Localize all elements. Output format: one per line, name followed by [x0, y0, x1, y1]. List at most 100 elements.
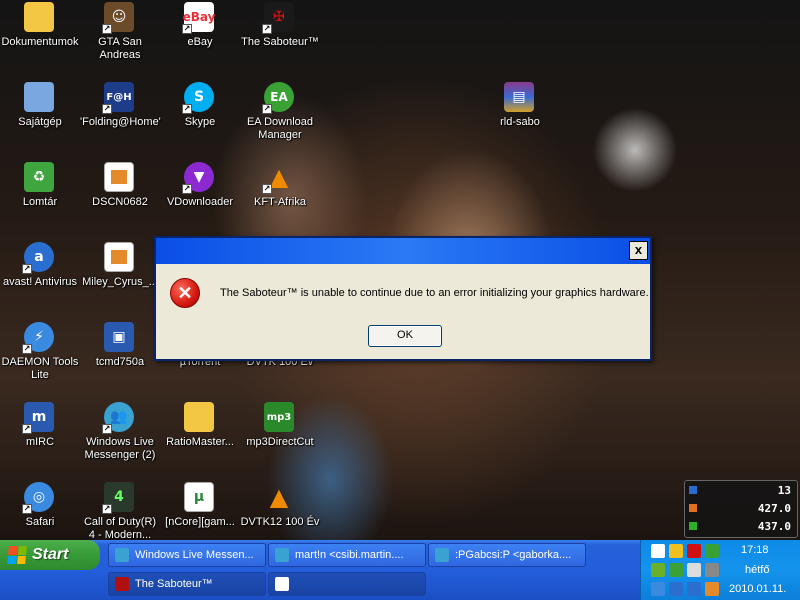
icon-label: eBay	[187, 36, 213, 48]
memory-icon	[689, 504, 697, 512]
icon-label: Skype	[184, 116, 216, 128]
icon-label: 'Folding@Home'	[80, 116, 161, 128]
shield-icon[interactable]	[669, 544, 683, 558]
desktop-icon-folding[interactable]: F@H ↗ 'Folding@Home'	[80, 80, 161, 160]
desktop-icon-saboteur[interactable]: ✠ ↗ The Saboteur™	[240, 0, 320, 80]
desktop-icon-mirc[interactable]: m ↗ mIRC	[0, 400, 80, 480]
icon-label: Call of Duty(R) 4 - Modern...	[83, 516, 157, 540]
icon-label: [nCore][gam...	[165, 516, 235, 528]
icon-label: The Saboteur™	[241, 36, 319, 48]
network-icon[interactable]	[705, 563, 719, 577]
icon-label: EA Download Manager	[246, 116, 314, 141]
windows-logo-icon	[7, 546, 27, 564]
cod-icon: 4 ↗	[102, 482, 134, 514]
desktop-icon-rld-sabo[interactable]: ▤ rld-sabo	[480, 80, 560, 160]
icon-label: GTA San Andreas	[98, 36, 142, 61]
ati-icon[interactable]	[687, 544, 701, 558]
desktop-icon-ncore[interactable]: µ [nCore][gam...	[160, 480, 240, 540]
desktop-icon-ebay[interactable]: eBay ↗ eBay	[160, 0, 240, 80]
ok-button[interactable]: OK	[368, 325, 442, 347]
icon-label: Windows Live Messenger (2)	[84, 436, 156, 461]
clock-time[interactable]: 17:18	[741, 544, 769, 556]
icon-label: Lomtár	[22, 196, 58, 208]
desktop-icon-avast[interactable]: a ↗ avast! Antivirus	[0, 240, 80, 320]
taskbar-button-chat-martin[interactable]: mart!n <csibi.martin....	[268, 543, 426, 567]
taskbar-button-blank[interactable]	[268, 572, 426, 596]
start-button[interactable]: Start	[0, 540, 100, 570]
desktop-icon-vdownloader[interactable]: ▼ ↗ VDownloader	[160, 160, 240, 240]
icon-label: RatioMaster...	[166, 436, 234, 448]
ea-icon: EA ↗	[262, 82, 294, 114]
system-monitor-gadget: 13 427.0 437.0	[684, 480, 798, 538]
desktop-icon-skype[interactable]: S ↗ Skype	[160, 80, 240, 160]
update-icon[interactable]	[705, 582, 719, 596]
desktop-icon-dokumentumok[interactable]: Dokumentumok	[0, 0, 80, 80]
folding-icon: F@H ↗	[102, 82, 134, 114]
messenger-icon: 👥 ↗	[102, 402, 134, 434]
keyboard-icon[interactable]	[651, 544, 665, 558]
check-icon[interactable]	[669, 563, 683, 577]
error-icon: ✕	[170, 278, 200, 308]
image-file-icon	[104, 242, 134, 272]
desktop-icon-lomtar[interactable]: ♻ Lomtár	[0, 160, 80, 240]
desktop: Dokumentumok Sajátgép ♻ Lomtár a ↗ avast!…	[0, 0, 800, 540]
desktop-icon-safari[interactable]: ◎ ↗ Safari	[0, 480, 80, 540]
desktop-icon-messenger[interactable]: 👥 ↗ Windows Live Messenger (2)	[80, 400, 160, 480]
skype-icon: S ↗	[182, 82, 214, 114]
computer-icon	[24, 82, 54, 112]
window-icon	[275, 577, 289, 591]
gta-icon: ☺ ↗	[102, 2, 134, 34]
icon-label: KFT-Afrika	[254, 196, 306, 208]
cpu-icon	[689, 486, 697, 494]
icon-label: avast! Antivirus	[3, 276, 77, 288]
desktop-icon-cod4[interactable]: 4 ↗ Call of Duty(R) 4 - Modern...	[80, 480, 160, 540]
icon-label: DAEMON Tools Lite	[1, 356, 79, 381]
icon-label: Sajátgép	[18, 116, 62, 128]
desktop-icon-dvtk12[interactable]: ▲ DVTK12 100 Év	[240, 480, 320, 540]
desktop-icon-sajatgep[interactable]: Sajátgép	[0, 80, 80, 160]
icon-label: VDownloader	[166, 196, 234, 208]
icon-label: Dokumentumok	[1, 36, 79, 48]
clock-date: 2010.01.11.	[729, 583, 787, 595]
volume-icon[interactable]	[687, 563, 701, 577]
icon-label: Miley_Cyrus_...	[82, 276, 158, 288]
utorrent-tray-icon[interactable]	[651, 563, 665, 577]
info-icon[interactable]	[669, 582, 683, 596]
mp3directcut-icon: mp3	[264, 402, 294, 432]
messenger-tray-icon[interactable]	[705, 544, 719, 558]
taskbar-button-saboteur[interactable]: The Saboteur™	[108, 572, 266, 596]
avast-tray-icon[interactable]	[687, 582, 701, 596]
clock-day: hétfő	[745, 564, 770, 576]
vlc-icon: ▲ ↗	[262, 163, 289, 194]
desktop-icon-ea-download-manager[interactable]: EA ↗ EA Download Manager	[240, 80, 320, 160]
taskbar-button-label: :PGabcsi:P <gaborka....	[455, 549, 572, 561]
desktop-icon-daemon-tools[interactable]: ⚡ ↗ DAEMON Tools Lite	[0, 320, 80, 400]
desktop-icon-tcmd750a[interactable]: ▣ tcmd750a	[80, 320, 160, 400]
messenger-icon	[115, 548, 129, 562]
desktop-icon-ratiomaster[interactable]: RatioMaster...	[160, 400, 240, 480]
desktop-icon-gta[interactable]: ☺ ↗ GTA San Andreas	[80, 0, 160, 80]
close-button[interactable]: x	[629, 241, 648, 260]
skype-tray-icon[interactable]	[651, 582, 665, 596]
dialog-titlebar[interactable]: x	[156, 238, 650, 264]
taskbar-button-chat-gabcsi[interactable]: :PGabcsi:P <gaborka....	[428, 543, 586, 567]
gadget-value: 427.0	[757, 502, 791, 515]
image-file-icon	[104, 162, 134, 192]
gadget-value: 13	[777, 484, 791, 497]
mirc-icon: m ↗	[22, 402, 54, 434]
avast-icon: a ↗	[22, 242, 54, 274]
desktop-icon-kft-afrika[interactable]: ▲ ↗ KFT-Afrika	[240, 160, 320, 240]
desktop-icon-mp3directcut[interactable]: mp3 mp3DirectCut	[240, 400, 320, 480]
icon-label: tcmd750a	[95, 356, 145, 368]
vdownloader-icon: ▼ ↗	[182, 162, 214, 194]
gadget-row: 427.0	[687, 501, 795, 517]
icon-label: Safari	[25, 516, 55, 528]
desktop-icon-miley[interactable]: Miley_Cyrus_...	[80, 240, 160, 320]
desktop-icon-dscn0682[interactable]: DSCN0682	[80, 160, 160, 240]
icon-label: mIRC	[25, 436, 55, 448]
dialog-message: The Saboteur™ is unable to continue due …	[220, 287, 649, 299]
gadget-row: 437.0	[687, 519, 795, 535]
icon-label: DSCN0682	[92, 196, 148, 208]
gadget-value: 437.0	[757, 520, 791, 533]
taskbar-button-messenger[interactable]: Windows Live Messen...	[108, 543, 266, 567]
